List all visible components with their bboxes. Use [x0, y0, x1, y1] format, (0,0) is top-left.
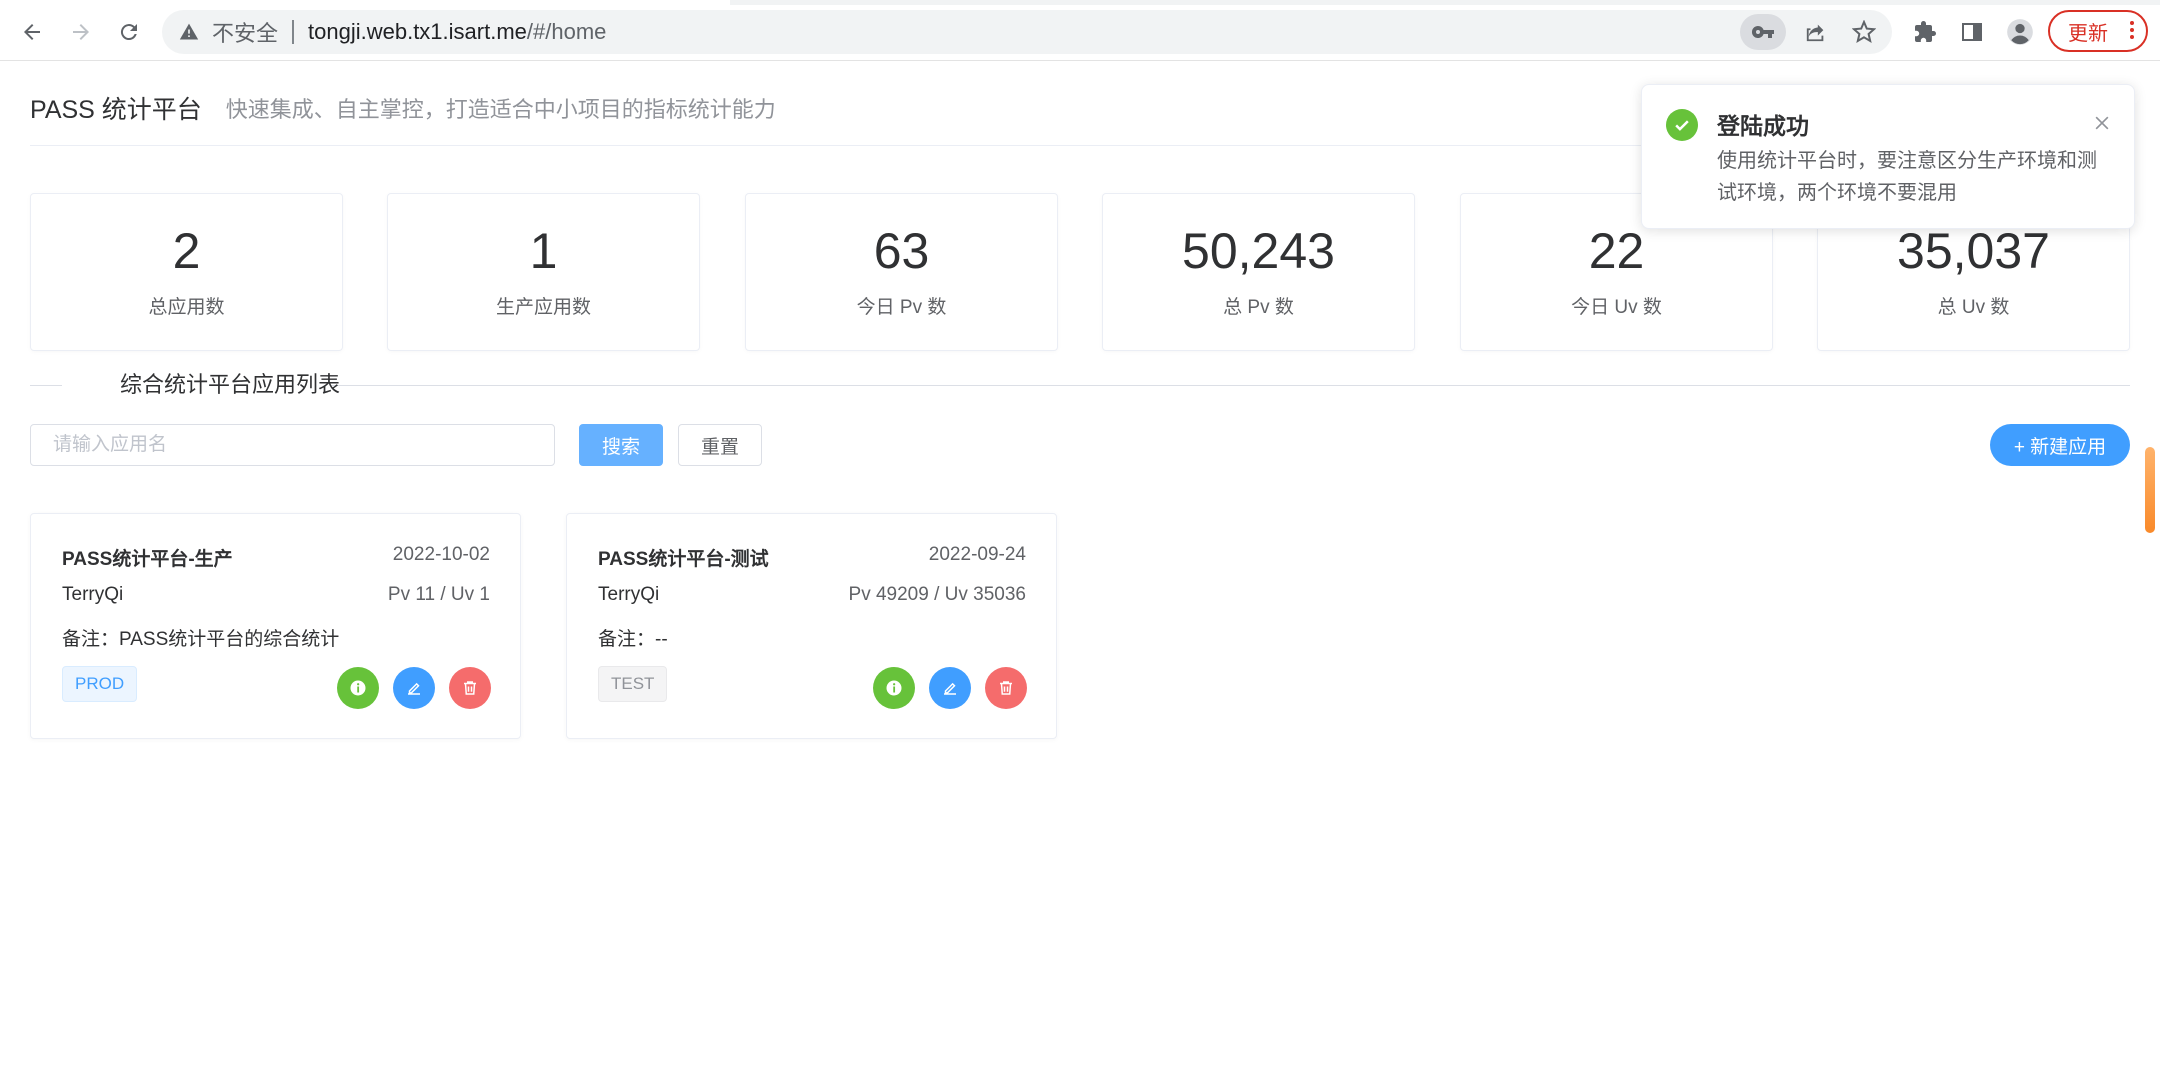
stat-label: 今日 Uv 数 [1571, 297, 1662, 318]
stat-value: 2 [172, 223, 201, 279]
info-icon [886, 680, 902, 696]
omnibox-actions [1740, 14, 1882, 50]
insecure-label[interactable]: 不安全 [212, 16, 278, 48]
app-owner: TerryQi [62, 584, 124, 605]
trash-icon [1000, 681, 1012, 695]
app-pv-uv: Pv 49209 / Uv 35036 [848, 584, 1026, 605]
arrow-left-icon [24, 24, 40, 40]
app-date: 2022-10-02 [392, 544, 490, 565]
warning-icon[interactable] [178, 21, 200, 43]
app-name-search-input[interactable] [30, 424, 555, 466]
app-name: PASS统计平台-生产 [62, 549, 233, 570]
stat-label: 生产应用数 [495, 297, 591, 318]
tab-strip [0, 0, 2160, 5]
url-path: /#/home [526, 19, 607, 44]
info-button[interactable] [337, 667, 379, 709]
arrow-right-icon [73, 24, 89, 40]
stat-label: 今日 Pv 数 [856, 297, 947, 318]
section-title: 综合统计平台应用列表 [120, 372, 341, 397]
address-bar[interactable]: 不安全 tongji.web.tx1.isart.me/#/home [162, 10, 1892, 54]
app-owner: TerryQi [598, 584, 660, 605]
stat-label: 总 Uv 数 [1937, 297, 2010, 318]
app-note: 备注：PASS统计平台的综合统计 [62, 629, 340, 650]
reset-button[interactable]: 重置 [678, 424, 762, 466]
stat-label: 总 Pv 数 [1223, 297, 1294, 318]
search-button[interactable]: 搜索 [579, 424, 663, 466]
active-tab[interactable] [0, 0, 730, 5]
back-button[interactable] [14, 14, 50, 50]
share-icon[interactable] [1798, 14, 1834, 50]
env-tag: PROD [62, 666, 138, 702]
site-subtitle: 快速集成、自主掌控，打造适合中小项目的指标统计能力 [225, 97, 776, 122]
stat-card-today-pv: 63 今日 Pv 数 [745, 193, 1058, 351]
stat-card-prod-apps: 1 生产应用数 [387, 193, 700, 351]
app-date: 2022-09-24 [928, 544, 1026, 565]
check-circle-icon [1666, 109, 1698, 141]
reload-icon [120, 24, 137, 41]
app-card-test: PASS统计平台-测试 2022-09-24 TerryQi Pv 49209 … [566, 513, 1057, 739]
app-pv-uv: Pv 11 / Uv 1 [387, 584, 490, 605]
edit-button[interactable] [393, 667, 435, 709]
star-icon[interactable] [1846, 14, 1882, 50]
notification-message: 使用统计平台时，要注意区分生产环境和测试环境，两个环境不要混用 [1717, 150, 2097, 204]
app-name: PASS统计平台-测试 [598, 549, 769, 570]
profile-avatar-icon[interactable] [2002, 14, 2038, 50]
stat-label: 总应用数 [148, 297, 225, 318]
new-app-button[interactable]: + 新建应用 [1990, 424, 2130, 466]
url-text[interactable]: tongji.web.tx1.isart.me/#/home [308, 19, 606, 45]
stat-value: 1 [529, 223, 558, 279]
browser-toolbar: 不安全 tongji.web.tx1.isart.me/#/home 更新 [0, 0, 2160, 61]
stat-value: 22 [1588, 223, 1645, 279]
app-note: 备注：-- [598, 629, 668, 650]
edit-icon [408, 682, 420, 695]
app-card-prod: PASS统计平台-生产 2022-10-02 TerryQi Pv 11 / U… [30, 513, 521, 739]
divider-line-left [30, 385, 62, 386]
forward-button[interactable] [63, 14, 99, 50]
delete-button[interactable] [449, 667, 491, 709]
update-button[interactable]: 更新 [2048, 10, 2148, 52]
update-label: 更新 [2068, 22, 2108, 45]
site-title: PASS 统计平台 [30, 96, 202, 124]
extensions-puzzle-icon[interactable] [1907, 14, 1943, 50]
stat-value: 50,243 [1182, 223, 1335, 279]
reload-button[interactable] [111, 14, 147, 50]
stat-card-total-apps: 2 总应用数 [30, 193, 343, 351]
omnibox-separator [292, 20, 295, 44]
edit-button[interactable] [929, 667, 971, 709]
stat-card-total-pv: 50,243 总 Pv 数 [1102, 193, 1415, 351]
notification-title: 登陆成功 [1717, 113, 1809, 139]
delete-button[interactable] [985, 667, 1027, 709]
divider-line-right [330, 385, 2130, 386]
env-tag: TEST [598, 666, 668, 702]
side-panel-icon[interactable] [1954, 14, 1990, 50]
info-button[interactable] [873, 667, 915, 709]
key-icon[interactable] [1740, 14, 1786, 50]
login-success-notification: 登陆成功 使用统计平台时，要注意区分生产环境和测试环境，两个环境不要混用 [1641, 84, 2135, 229]
kebab-menu-icon[interactable] [2130, 21, 2134, 39]
info-icon [350, 680, 366, 696]
close-icon[interactable] [2090, 111, 2114, 135]
scrollbar-thumb[interactable] [2145, 447, 2155, 533]
trash-icon [464, 681, 476, 695]
stat-value: 63 [873, 223, 930, 279]
url-host: tongji.web.tx1.isart.me [308, 19, 527, 44]
edit-icon [944, 682, 956, 695]
section-divider: 综合统计平台应用列表 [30, 372, 2130, 397]
stat-value: 35,037 [1897, 223, 2050, 279]
